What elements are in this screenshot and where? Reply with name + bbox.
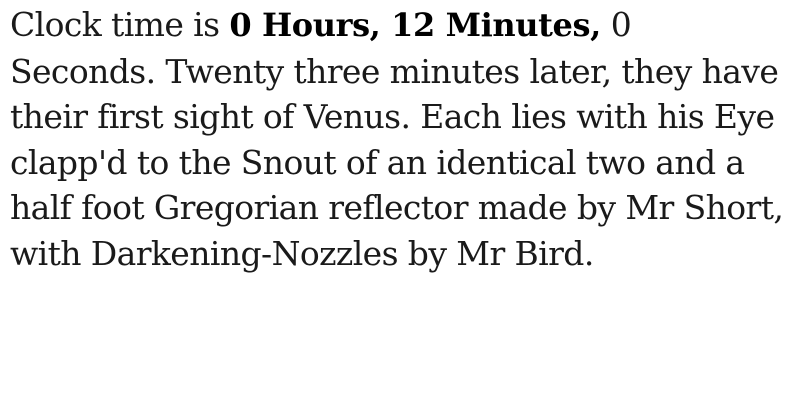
passage-line-1: Clock time is 0 Hours, 12 Minutes, 0 — [10, 2, 790, 49]
passage-line-3: their first sight of Venus. Each lies wi… — [10, 97, 775, 136]
clock-seconds-text: 0 — [600, 5, 632, 44]
passage-line-4: clapp'd to the Snout of an identical two… — [10, 142, 745, 182]
text-passage: Clock time is 0 Hours, 12 Minutes, 0 Sec… — [10, 2, 790, 276]
passage-line-6: with Darkening-Nozzles by Mr Bird. — [10, 233, 594, 273]
clock-time-highlight: 0 Hours, 12 Minutes, — [229, 6, 601, 44]
clock-intro-text: Clock time is — [10, 5, 230, 44]
passage-line-5: half foot Gregorian reflector made by Mr… — [10, 188, 784, 227]
passage-line-2: Seconds. Twenty three minutes later, the… — [10, 51, 779, 91]
